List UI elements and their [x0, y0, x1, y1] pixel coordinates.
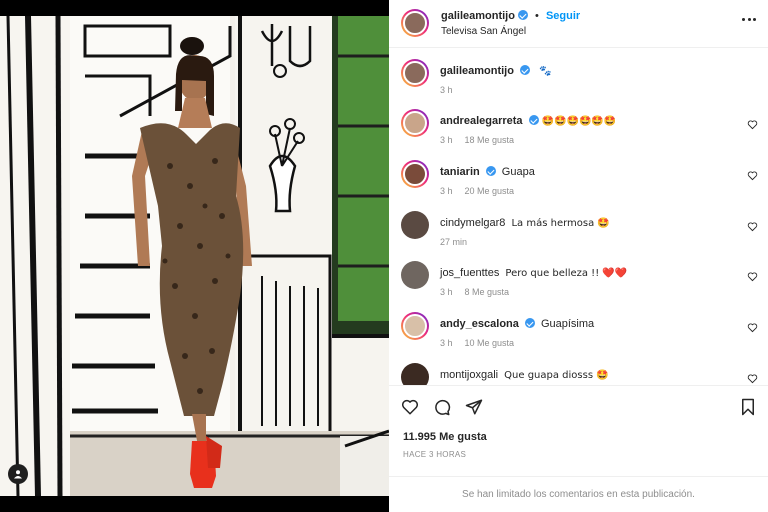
avatar[interactable]: [401, 109, 429, 137]
post-photo[interactable]: [0, 16, 389, 496]
comment-username[interactable]: andy_escalona: [440, 318, 519, 330]
comments-limited-notice: Se han limitado los comentarios en esta …: [389, 476, 768, 512]
post-image: [0, 16, 389, 496]
heart-icon[interactable]: [747, 119, 758, 130]
avatar[interactable]: [401, 261, 429, 289]
share-icon[interactable]: [465, 398, 483, 416]
comment-likes[interactable]: 8 Me gusta: [465, 287, 510, 297]
comment-likes[interactable]: 18 Me gusta: [465, 135, 515, 145]
comment-text: Guapa: [501, 166, 535, 178]
verified-badge-icon: [528, 115, 539, 125]
post-actions: 11.995 Me gusta HACE 3 HORAS Se han limi…: [389, 385, 768, 512]
comments-list[interactable]: galileamontijo 🐾 3 h andrealegarreta 🤩🤩🤩…: [389, 49, 768, 385]
verified-badge-icon: [519, 65, 530, 75]
comment-username[interactable]: cindymelgar8: [440, 217, 505, 229]
follow-button[interactable]: Seguir: [546, 10, 580, 22]
verified-badge-icon: [485, 166, 496, 176]
avatar[interactable]: [401, 160, 429, 188]
heart-icon[interactable]: [747, 271, 758, 282]
caption-time: 3 h: [440, 85, 453, 95]
author-username[interactable]: galileamontijo: [441, 10, 515, 22]
comment-likes[interactable]: 20 Me gusta: [465, 186, 515, 196]
comment-time: 3 h: [440, 186, 453, 196]
comment-username[interactable]: jos_fuenttes: [440, 267, 499, 279]
avatar[interactable]: [401, 312, 429, 340]
avatar[interactable]: [401, 363, 429, 385]
heart-icon[interactable]: [401, 398, 419, 416]
caption-text: 🐾: [539, 66, 552, 77]
comment-username[interactable]: montijoxgali: [440, 369, 498, 381]
heart-icon[interactable]: [747, 373, 758, 384]
comment-time: 3 h: [440, 338, 453, 348]
verified-badge-icon: [517, 10, 528, 20]
comment-text: Guapísima: [540, 318, 595, 330]
heart-icon[interactable]: [747, 170, 758, 181]
comment-text: Pero que belleza !! ❤️❤️: [505, 268, 628, 279]
post-details-panel: galileamontijo • Seguir Televisa San Áng…: [389, 0, 768, 512]
like-count[interactable]: 11.995 Me gusta: [403, 431, 487, 443]
comment-time: 3 h: [440, 135, 453, 145]
post-header: galileamontijo • Seguir Televisa San Áng…: [389, 0, 768, 48]
user-tag-icon[interactable]: [8, 464, 28, 484]
comment-time: 27 min: [440, 237, 468, 247]
post-location[interactable]: Televisa San Ángel: [441, 26, 526, 37]
heart-icon[interactable]: [747, 221, 758, 232]
verified-badge-icon: [524, 318, 535, 328]
comment-username[interactable]: andrealegarreta: [440, 115, 523, 127]
avatar[interactable]: [401, 59, 429, 87]
comment-text: 🤩🤩🤩🤩🤩🤩: [541, 116, 617, 127]
bookmark-icon[interactable]: [740, 398, 756, 416]
comment-username[interactable]: taniarin: [440, 166, 480, 178]
comment-text: Que guapa diosss 🤩: [504, 370, 609, 381]
comment-text: La más hermosa 🤩: [511, 218, 610, 229]
post-timestamp: HACE 3 HORAS: [403, 450, 467, 459]
author-avatar[interactable]: [401, 9, 429, 37]
instagram-post-viewer: galileamontijo • Seguir Televisa San Áng…: [0, 0, 768, 512]
comment-likes[interactable]: 10 Me gusta: [465, 338, 515, 348]
more-options-icon[interactable]: [742, 18, 756, 22]
separator-dot: •: [535, 10, 539, 22]
heart-icon[interactable]: [747, 322, 758, 333]
comment-icon[interactable]: [433, 398, 451, 416]
avatar[interactable]: [401, 211, 429, 239]
comment-time: 3 h: [440, 287, 453, 297]
caption-username[interactable]: galileamontijo: [440, 65, 514, 77]
